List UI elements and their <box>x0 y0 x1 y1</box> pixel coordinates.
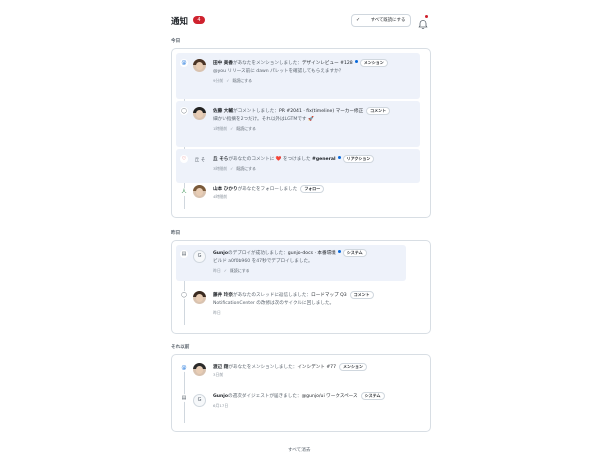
actor-name[interactable]: Gunjo <box>213 251 228 256</box>
avatar: 丘 そら <box>194 158 206 163</box>
notification-verb: がコメントしました： <box>232 109 279 114</box>
bell-unread-dot <box>425 15 428 18</box>
notification-verb: があなたをフォローしました <box>237 187 298 192</box>
avatar: G <box>193 394 206 407</box>
at-icon: @ <box>180 59 188 67</box>
avatar: G <box>193 250 206 263</box>
timestamp: 1時間前 <box>213 126 228 131</box>
notification-verb: があなたのコメントに ❤️ をつけました <box>228 157 311 162</box>
type-tag: システム <box>360 392 385 400</box>
section-card-yesterday: ▤ G Gunjoのデプロイが成功しました：gunjo-docs · 本番環境 シ… <box>171 240 431 334</box>
notification-item[interactable]: ◯ 藤井 玲奈があなたのスレッドに返信しました：ロードマップ Q3 コメント No… <box>176 285 420 325</box>
type-tag: メンション <box>339 363 368 371</box>
comment-icon: ◯ <box>180 107 188 115</box>
section-label-yesterday: 昨日 <box>171 231 181 236</box>
timestamp: 6月17日 <box>213 403 229 408</box>
timestamp: 4時間前 <box>213 194 228 199</box>
notification-center: 通知 4 ✓ すべて既読にする <box>171 12 431 30</box>
section-label-earlier: それ以前 <box>171 345 190 350</box>
notification-verb: があなたをメンションしました： <box>228 365 298 370</box>
at-icon: @ <box>180 364 188 372</box>
mark-all-read-label: すべて既読にする <box>370 18 406 23</box>
unread-dot <box>354 60 358 63</box>
unread-dot <box>337 250 341 253</box>
header: 通知 4 ✓ すべて既読にする <box>171 12 431 30</box>
notification-snippet: 細かい指摘を2つだけ。それ以外はLGTMです 🚀 <box>213 117 314 122</box>
timestamp: 昨日 <box>213 310 221 315</box>
clear-all-link[interactable]: すべて消去 <box>288 447 310 453</box>
avatar <box>193 291 206 304</box>
mark-read-link[interactable]: 既読にする <box>230 268 250 273</box>
avatar <box>193 363 206 376</box>
mark-all-read-button[interactable]: ✓ すべて既読にする <box>351 14 411 27</box>
unread-count-badge: 4 <box>193 16 205 24</box>
person-icon: 人 <box>180 188 188 196</box>
notification-verb: の週次ダイジェストが届きました： <box>228 394 302 399</box>
mark-read-link[interactable]: 既読にする <box>236 126 256 131</box>
notification-item[interactable]: 人 山本 ひかりがあなたをフォローしました フォロー 4時間前 <box>176 185 420 211</box>
notification-subject[interactable]: gunjo-docs · 本番環境 <box>288 251 336 256</box>
avatar <box>193 59 206 72</box>
actor-name[interactable]: 丘 そら <box>213 157 228 162</box>
actor-name[interactable]: Gunjo <box>213 394 228 399</box>
timestamp: 3日前 <box>213 372 224 377</box>
avatar <box>193 107 206 120</box>
notification-item[interactable]: @ 渡辺 翔があなたをメンションしました：インシデント #77 メンション 3日前 <box>176 359 420 387</box>
notification-subject[interactable]: ロードマップ Q3 <box>311 293 347 298</box>
section-card-today: @ 田中 美香があなたをメンションしました：デザインレビュー #128 メンション… <box>171 48 431 218</box>
notification-item[interactable]: ♡ 丘 そら 丘 そらがあなたのコメントに ❤️ をつけました #general… <box>176 149 420 183</box>
notification-item[interactable]: ▤ G Gunjoの週次ダイジェストが届きました：@gunjo/ui ワークスペ… <box>176 389 420 423</box>
deploy-icon: ▤ <box>180 250 188 258</box>
notification-verb: があなたのスレッドに返信しました： <box>232 293 312 298</box>
mark-read-link[interactable]: 既読にする <box>233 78 253 83</box>
notification-verb: のデプロイが成功しました： <box>228 251 288 256</box>
notification-snippet: NotificationCenter の改修は次のサイクルに回しました。 <box>213 301 335 306</box>
actor-name[interactable]: 田中 美香 <box>213 61 233 66</box>
type-tag: コメント <box>349 291 374 299</box>
notification-subject[interactable]: デザインレビュー #128 <box>302 61 353 66</box>
timestamp: 昨日 <box>213 268 221 273</box>
section-label-today: 今日 <box>171 39 181 44</box>
check-icon: ✓ <box>356 17 361 23</box>
notification-subject[interactable]: PR #2041 · fix(timeline) マーカー修正 <box>279 109 363 114</box>
section-card-earlier: @ 渡辺 翔があなたをメンションしました：インシデント #77 メンション 3日前… <box>171 354 431 432</box>
type-tag: リアクション <box>342 155 375 163</box>
type-tag: メンション <box>359 59 388 67</box>
timestamp: 9分前 <box>213 78 224 83</box>
actor-name[interactable]: 渡辺 翔 <box>213 365 228 370</box>
notification-subject[interactable]: インシデント #77 <box>297 365 336 370</box>
bell-icon[interactable] <box>418 15 428 30</box>
type-tag: システム <box>342 249 367 257</box>
page-title: 通知 <box>171 17 189 27</box>
notification-item[interactable]: ◯ 佐藤 大輔がコメントしました：PR #2041 · fix(timeline… <box>176 101 420 147</box>
type-tag: コメント <box>366 107 391 115</box>
actor-name[interactable]: 藤井 玲奈 <box>213 293 233 298</box>
notification-subject[interactable]: @gunjo/ui ワークスペース <box>302 394 358 399</box>
deploy-icon: ▤ <box>180 394 188 402</box>
actor-name[interactable]: 山本 ひかり <box>213 187 238 192</box>
notification-subject[interactable]: #general <box>312 157 336 162</box>
unread-dot <box>337 156 341 159</box>
comment-icon: ◯ <box>180 291 188 299</box>
timestamp: 3時間前 <box>213 166 228 171</box>
heart-icon: ♡ <box>180 155 188 163</box>
notification-snippet: ビルド a0f0b960 を47秒でデプロイしました。 <box>213 259 313 264</box>
mark-read-link[interactable]: 既読にする <box>236 166 256 171</box>
type-tag: フォロー <box>300 185 325 193</box>
actor-name[interactable]: 佐藤 大輔 <box>213 109 233 114</box>
notification-snippet: @you リリース前に dawn パレットを確認してもらえますか？ <box>213 69 344 74</box>
notification-verb: があなたをメンションしました： <box>232 61 302 66</box>
notification-item[interactable]: ▤ G Gunjoのデプロイが成功しました：gunjo-docs · 本番環境 シ… <box>176 245 406 281</box>
notification-item[interactable]: @ 田中 美香があなたをメンションしました：デザインレビュー #128 メンション… <box>176 53 420 99</box>
avatar <box>193 185 206 198</box>
